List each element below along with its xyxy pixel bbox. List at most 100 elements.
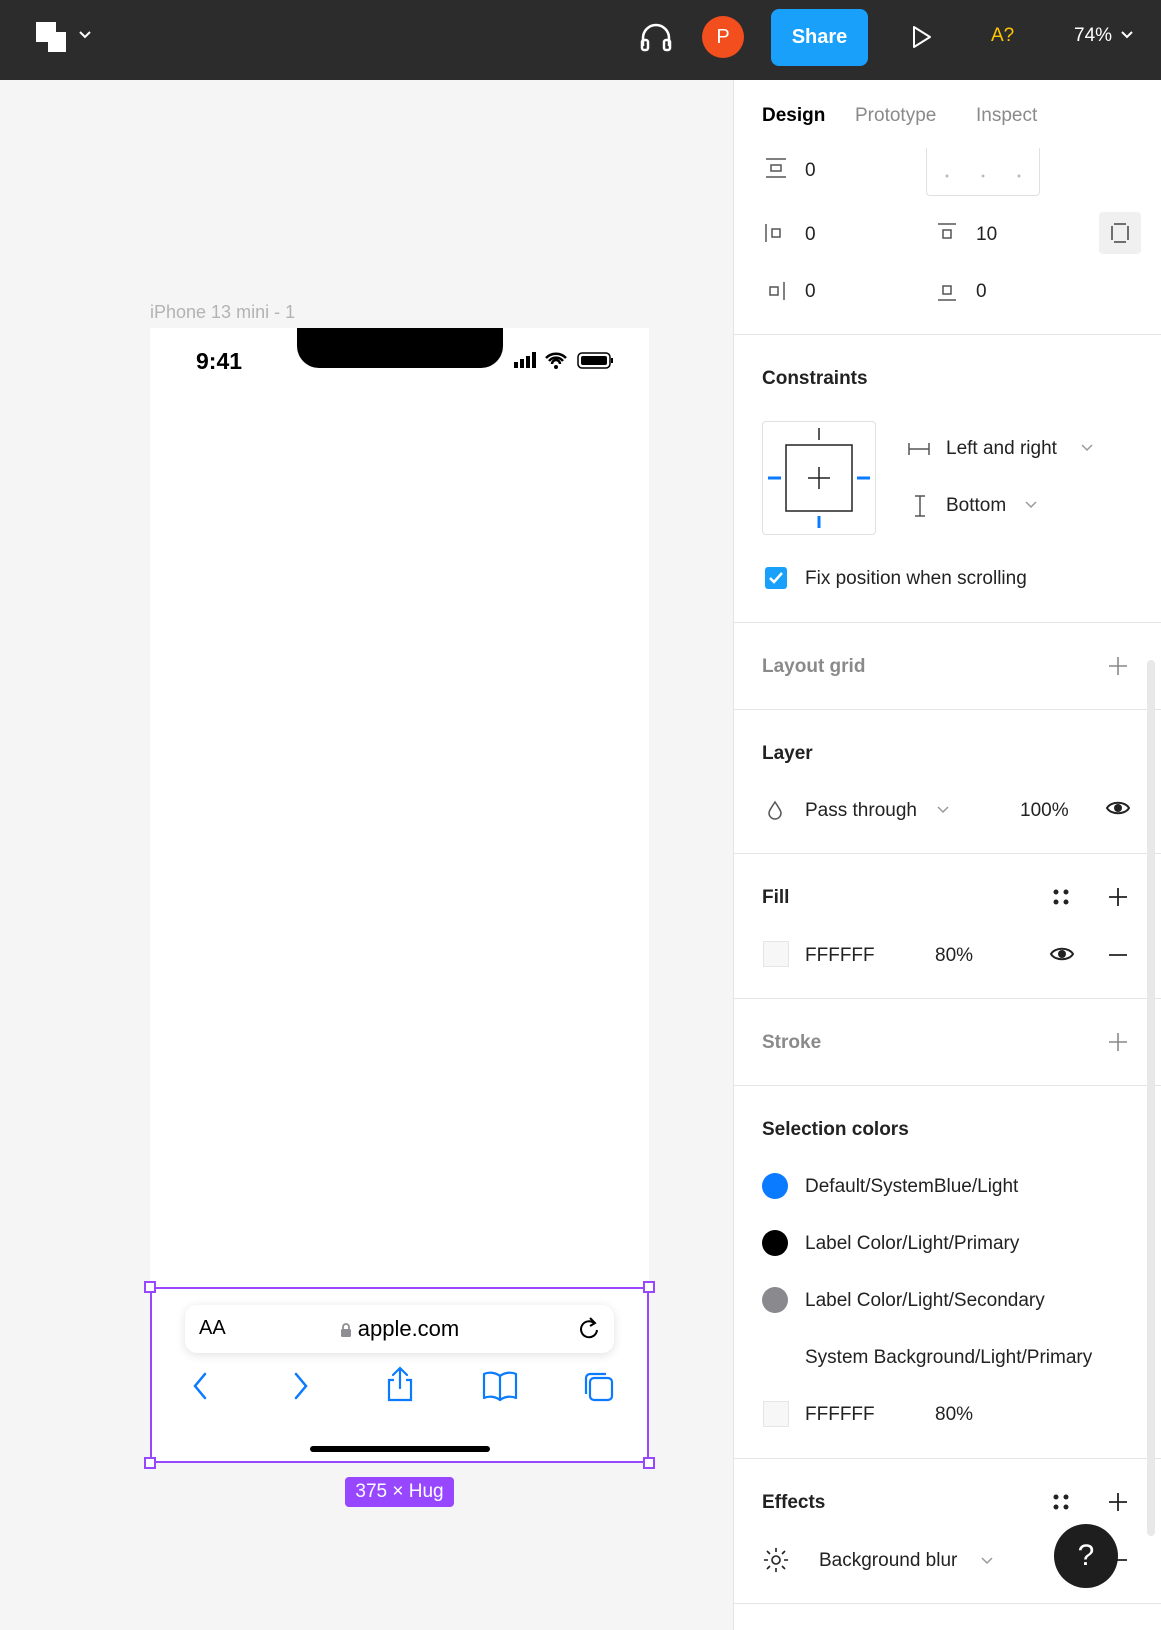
padding-right-field[interactable]: 0	[805, 281, 816, 303]
add-effect-icon[interactable]	[1106, 1490, 1130, 1514]
help-button[interactable]: ?	[1054, 1524, 1118, 1588]
padding-right-icon	[764, 280, 786, 302]
padding-bottom-icon	[936, 280, 958, 302]
eye-icon[interactable]	[1049, 943, 1075, 965]
url-text: apple.com	[357, 1316, 460, 1341]
constraints-title: Constraints	[762, 368, 868, 389]
divider	[733, 1603, 1161, 1604]
fix-position-checkbox[interactable]	[765, 567, 787, 589]
selection-color-opacity[interactable]: 80%	[935, 1404, 973, 1426]
blend-mode-dropdown[interactable]: Pass through	[805, 800, 917, 822]
vertical-constraint-dropdown[interactable]: Bottom	[946, 495, 1006, 517]
tab-inspect[interactable]: Inspect	[976, 105, 1037, 127]
phone-notch	[297, 328, 503, 368]
add-layout-grid-icon[interactable]	[1106, 654, 1130, 678]
selection-color-swatch[interactable]	[762, 1230, 788, 1256]
share-button[interactable]: Share	[771, 9, 868, 66]
layout-grid-title: Layout grid	[762, 656, 866, 677]
individual-padding-button[interactable]	[1099, 212, 1141, 254]
eye-icon[interactable]	[1105, 797, 1131, 819]
spacing-icon	[764, 156, 788, 180]
divider	[733, 1085, 1161, 1086]
selection-color-swatch[interactable]	[762, 1287, 788, 1313]
resize-handle[interactable]	[144, 1281, 156, 1293]
effects-title: Effects	[762, 1492, 826, 1513]
divider	[733, 998, 1161, 999]
tab-design[interactable]: Design	[762, 105, 825, 127]
resize-handle[interactable]	[144, 1457, 156, 1469]
resize-handle[interactable]	[643, 1281, 655, 1293]
padding-left-field[interactable]: 0	[805, 224, 816, 246]
selection-color-name[interactable]: Label Color/Light/Primary	[805, 1233, 1019, 1255]
layer-title: Layer	[762, 743, 813, 764]
fill-opacity-field[interactable]: 80%	[935, 945, 973, 967]
selection-color-name[interactable]: Default/SystemBlue/Light	[805, 1176, 1018, 1198]
alignment-grid[interactable]	[926, 148, 1040, 196]
frame-label[interactable]: iPhone 13 mini - 1	[150, 302, 295, 323]
chevron-down-icon[interactable]	[936, 805, 950, 815]
lock-icon	[340, 1322, 352, 1338]
selection-colors-title: Selection colors	[762, 1119, 909, 1140]
divider	[733, 622, 1161, 623]
add-fill-icon[interactable]	[1106, 885, 1130, 909]
chevron-down-icon[interactable]	[1120, 30, 1134, 40]
blend-mode-drop-icon	[766, 799, 784, 821]
selection-color-name[interactable]: System Background/Light/Primary	[805, 1347, 1092, 1369]
effect-type-dropdown[interactable]: Background blur	[819, 1550, 957, 1572]
url-row: apple.com	[185, 1316, 614, 1342]
padding-bottom-field[interactable]: 0	[976, 281, 987, 303]
avatar[interactable]: P	[702, 16, 744, 58]
padding-top-icon	[936, 222, 958, 244]
safari-url-bar: AA apple.com	[185, 1305, 614, 1353]
resize-handle[interactable]	[643, 1457, 655, 1469]
share-icon	[384, 1366, 416, 1402]
chevron-down-icon[interactable]	[1080, 443, 1094, 453]
fill-title: Fill	[762, 887, 790, 908]
chevron-down-icon[interactable]	[980, 1556, 994, 1566]
divider	[733, 334, 1161, 335]
selection-color-swatch[interactable]	[762, 1344, 788, 1370]
tab-prototype[interactable]: Prototype	[855, 105, 936, 127]
reload-icon	[578, 1316, 602, 1342]
stroke-title: Stroke	[762, 1032, 822, 1053]
horizontal-constraint-icon	[907, 439, 931, 459]
selection-color-hex[interactable]: FFFFFF	[805, 1404, 875, 1426]
back-icon	[189, 1370, 213, 1402]
effect-settings-icon[interactable]	[762, 1546, 790, 1574]
panel-scrollbar[interactable]	[1147, 660, 1155, 1536]
chevron-down-icon[interactable]	[78, 30, 92, 40]
forward-icon	[288, 1370, 312, 1402]
size-label: 375 × Hug	[345, 1477, 454, 1507]
properties-panel	[733, 80, 1161, 1630]
selection-color-swatch[interactable]	[762, 1173, 788, 1199]
bookmarks-icon	[482, 1370, 518, 1402]
status-time: 9:41	[196, 348, 243, 374]
status-icons	[512, 350, 616, 370]
fill-hex-field[interactable]: FFFFFF	[805, 945, 875, 967]
present-play-icon[interactable]	[910, 24, 934, 50]
add-stroke-icon[interactable]	[1106, 1030, 1130, 1054]
style-dots-icon[interactable]	[1050, 886, 1072, 908]
padding-top-field[interactable]: 10	[976, 224, 997, 246]
tabs-icon	[582, 1370, 616, 1404]
style-dots-icon[interactable]	[1050, 1491, 1072, 1513]
home-indicator	[310, 1446, 490, 1452]
toolbar: P Share A? 74%	[0, 0, 1161, 80]
figma-menu-icon[interactable]	[36, 22, 72, 54]
chevron-down-icon[interactable]	[1024, 500, 1038, 510]
remove-fill-icon[interactable]	[1106, 943, 1130, 967]
fill-color-swatch[interactable]	[763, 941, 789, 967]
constraints-widget[interactable]	[762, 421, 876, 535]
headphones-icon[interactable]	[638, 20, 674, 56]
layer-opacity-field[interactable]: 100%	[1020, 800, 1069, 822]
divider	[733, 709, 1161, 710]
spacing-field[interactable]: 0	[805, 160, 816, 182]
horizontal-constraint-dropdown[interactable]: Left and right	[946, 438, 1057, 460]
divider	[733, 853, 1161, 854]
fix-position-label[interactable]: Fix position when scrolling	[805, 568, 1027, 590]
divider	[733, 1458, 1161, 1459]
missing-fonts-indicator[interactable]: A?	[991, 25, 1014, 47]
zoom-dropdown[interactable]: 74%	[1074, 25, 1112, 47]
selection-color-name[interactable]: Label Color/Light/Secondary	[805, 1290, 1045, 1312]
selection-color-swatch[interactable]	[763, 1401, 789, 1427]
